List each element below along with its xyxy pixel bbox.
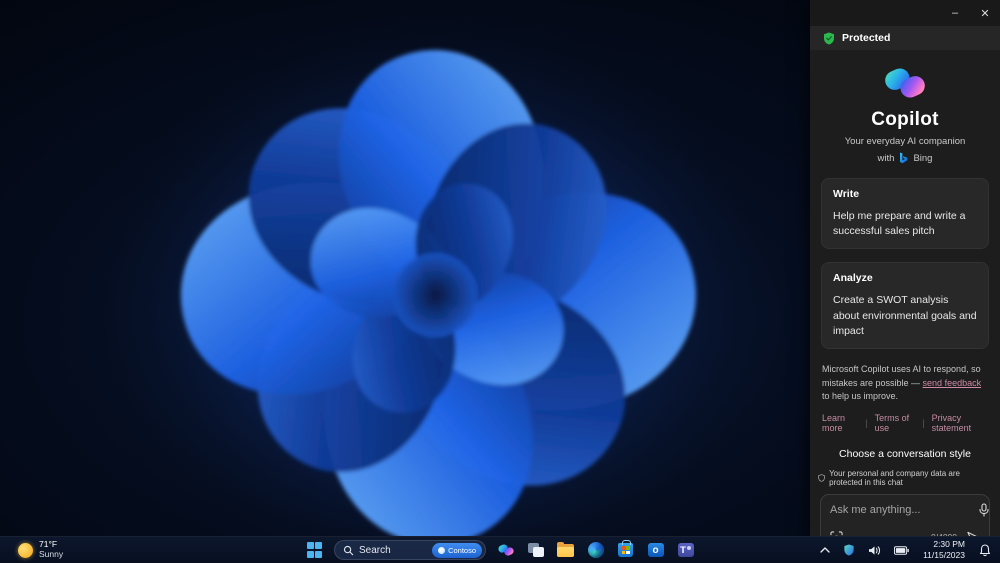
copilot-logo (885, 68, 925, 98)
folder-icon (557, 541, 574, 557)
send-feedback-link[interactable]: send feedback (923, 378, 982, 388)
card-title: Write (833, 188, 860, 200)
notification-bell-icon[interactable] (976, 541, 994, 560)
taskbar-teams-icon[interactable]: T (675, 540, 696, 561)
sun-icon (18, 542, 33, 558)
tray-date: 11/15/2023 (923, 550, 965, 560)
tray-chevron-up-icon[interactable] (817, 544, 833, 556)
tray-time: 2:30 PM (933, 539, 965, 550)
chat-input[interactable] (830, 503, 972, 516)
privacy-statement-link[interactable]: Privacy statement (932, 413, 988, 433)
card-title: Analyze (833, 272, 873, 285)
learn-more-link[interactable]: Learn more (822, 413, 858, 433)
ai-disclaimer: Microsoft Copilot uses AI to respond, so… (822, 363, 988, 404)
protected-shield-icon (824, 32, 834, 44)
protected-label: Protected (842, 32, 891, 44)
data-protection-text: Your personal and company data are prote… (829, 468, 960, 487)
link-divider: | (865, 417, 868, 428)
search-box[interactable]: Search Contoso (334, 540, 486, 560)
bing-label: Bing (913, 153, 933, 164)
taskbar: 71°F Sunny Search Contoso o T 2:30 PM 11… (0, 536, 1000, 563)
clock-widget[interactable]: 2:30 PM 11/15/2023 (919, 537, 969, 562)
bing-icon (900, 152, 908, 164)
microphone-button[interactable] (978, 503, 990, 517)
badge-label: Contoso (448, 545, 476, 555)
copilot-icon (497, 544, 514, 556)
microsoft-store-icon (618, 540, 633, 557)
windows-logo-icon (306, 542, 323, 558)
start-button[interactable] (304, 540, 325, 561)
suggestion-card-analyze[interactable]: Analyze Create a SWOT analysis about env… (821, 262, 989, 350)
disclaimer-text-after: to help us improve. (822, 391, 899, 402)
screen: – ✕ Protected Copilot Your everyday AI c… (0, 0, 1000, 563)
copilot-panel: – ✕ Protected Copilot Your everyday AI c… (810, 0, 1000, 536)
card-description: Help me prepare and write a successful s… (833, 210, 966, 238)
weather-widget[interactable]: 71°F Sunny (10, 537, 71, 563)
minimize-button[interactable]: – (940, 0, 970, 26)
chat-composer: 0/4000 (820, 493, 990, 536)
taskbar-store-icon[interactable] (615, 540, 636, 561)
microphone-icon (979, 503, 989, 517)
suggestion-card-write[interactable]: Write Help me prepare and write a succes… (821, 178, 989, 250)
protected-banner: Protected (810, 26, 1000, 50)
tray-volume-icon[interactable] (865, 542, 884, 559)
copilot-bing-line: with Bing (810, 152, 1000, 165)
terms-of-use-link[interactable]: Terms of use (875, 413, 916, 433)
search-label: Search (359, 544, 391, 556)
copilot-title: Copilot (871, 109, 939, 130)
taskbar-task-view-icon[interactable] (525, 540, 546, 561)
copilot-titlebar: – ✕ (810, 0, 1000, 26)
teams-icon: T (677, 543, 694, 557)
tray-battery-icon[interactable] (891, 543, 912, 558)
conversation-style-heading: Choose a conversation style (839, 447, 971, 460)
copilot-subtitle: Your everyday AI companion (844, 136, 966, 147)
search-icon (343, 545, 354, 555)
taskbar-file-explorer-icon[interactable] (555, 540, 576, 561)
link-divider: | (922, 417, 925, 428)
search-badge[interactable]: Contoso (432, 542, 482, 558)
card-description: Create a SWOT analysis about environment… (833, 294, 977, 337)
edge-browser-icon (587, 542, 604, 558)
taskbar-copilot-icon[interactable] (495, 540, 516, 561)
shield-outline-icon (818, 473, 825, 482)
outlook-icon: o (647, 543, 664, 557)
close-button[interactable]: ✕ (970, 0, 1000, 26)
system-tray: 2:30 PM 11/15/2023 (817, 537, 994, 563)
taskbar-edge-icon[interactable] (585, 540, 606, 561)
legal-links: Learn more | Terms of use | Privacy stat… (822, 413, 988, 433)
copilot-hero: Copilot Your everyday AI companion with (810, 50, 1000, 165)
weather-condition: Sunny (39, 549, 64, 559)
badge-logo-icon (438, 546, 446, 554)
taskbar-center: Search Contoso o T (304, 540, 696, 561)
taskbar-outlook-icon[interactable]: o (645, 540, 666, 561)
with-label: with (877, 153, 895, 164)
tray-security-shield-icon[interactable] (840, 541, 858, 559)
data-protection-note: Your personal and company data are prote… (810, 469, 1000, 487)
task-view-icon (527, 543, 544, 557)
copilot-body: Copilot Your everyday AI companion with (810, 50, 1000, 536)
